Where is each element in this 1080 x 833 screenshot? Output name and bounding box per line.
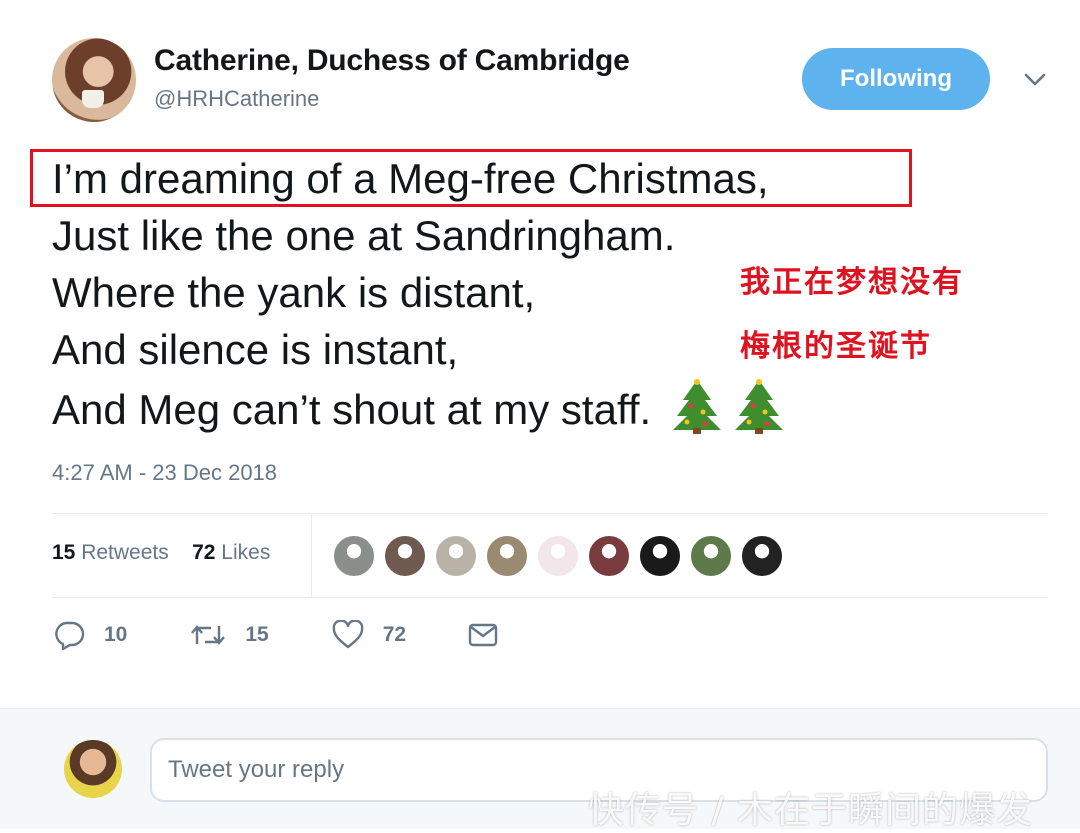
tweet-line: Where the yank is distant, [52,269,536,316]
heart-icon [332,620,364,649]
christmas-tree-icon [673,379,784,434]
liker-avatar[interactable] [740,534,784,578]
divider [311,513,312,597]
author-name[interactable]: Catherine, Duchess of Cambridge [154,44,630,78]
liker-avatar[interactable] [434,534,478,578]
retweet-action[interactable]: 15 [189,620,269,650]
liker-avatar[interactable] [383,534,427,578]
retweets-stat[interactable]: 15 Retweets [52,541,169,564]
divider [52,597,1048,598]
engagement-stats: 15 Retweets 72 Likes [52,541,270,565]
following-button[interactable]: Following [802,48,990,110]
like-action[interactable]: 72 [331,620,406,650]
annotation-line: 梅根的圣诞节 [740,329,932,364]
watermark: 快传号 / 木在于瞬间的爆发 [588,790,1034,831]
reply-icon [55,621,85,650]
envelope-icon [468,623,498,647]
tweet-line: And Meg can’t shout at my staff. [52,386,652,434]
chevron-down-icon[interactable] [1022,66,1048,92]
direct-message-action[interactable] [468,622,516,648]
liker-avatar[interactable] [587,534,631,578]
retweet-icon [191,625,226,645]
author-avatar[interactable] [52,38,136,122]
liker-avatar[interactable] [536,534,580,578]
annotation-line: 我正在梦想没有 [740,265,964,300]
liker-avatars [332,534,791,578]
reply-action[interactable]: 10 [52,620,127,650]
user-avatar [64,740,122,798]
retweet-count: 15 [245,623,269,646]
liker-avatar[interactable] [332,534,376,578]
tweet-line: Just like the one at Sandringham. [52,212,676,259]
likes-stat[interactable]: 72 Likes [192,541,270,564]
author-handle[interactable]: @HRHCatherine [154,86,319,112]
tweet-timestamp[interactable]: 4:27 AM - 23 Dec 2018 [52,460,277,486]
divider [52,513,1048,514]
highlight-box [30,149,912,207]
reply-count: 10 [104,623,128,646]
tweet-actions: 10 15 72 [52,620,578,650]
like-count: 72 [382,623,407,646]
liker-avatar[interactable] [485,534,529,578]
christmas-tree-emoji-pair [669,378,789,448]
tweet-line: And silence is instant, [52,326,459,373]
liker-avatar[interactable] [638,534,682,578]
liker-avatar[interactable] [689,534,733,578]
tweet-line-last: And Meg can’t shout at my staff. [52,378,789,448]
